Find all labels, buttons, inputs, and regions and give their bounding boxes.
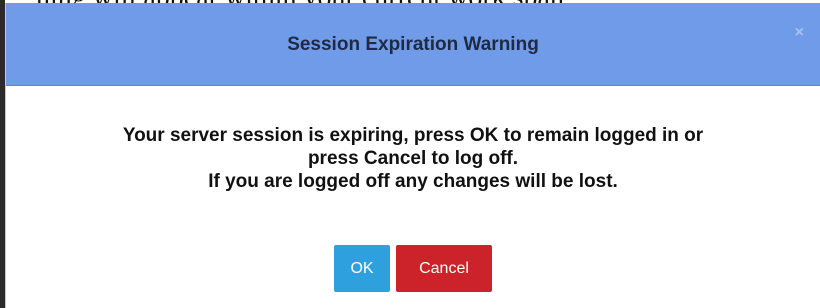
close-icon[interactable]: × (795, 25, 804, 41)
screen: ning will appear within your current wor… (0, 0, 820, 308)
message-line: Your server session is expiring, press O… (122, 125, 704, 146)
message-line: press Cancel to log off. (307, 148, 519, 169)
ok-button[interactable]: OK (334, 245, 390, 292)
dialog-titlebar: Session Expiration Warning × (6, 3, 820, 86)
cancel-button[interactable]: Cancel (396, 245, 492, 292)
session-expiration-dialog: Session Expiration Warning × Your server… (5, 3, 820, 308)
dialog-buttons: OK Cancel (6, 245, 820, 292)
dialog-title: Session Expiration Warning (287, 34, 539, 55)
dialog-message: Your server session is expiring, press O… (6, 124, 820, 193)
message-line: If you are logged off any changes will b… (208, 171, 618, 192)
